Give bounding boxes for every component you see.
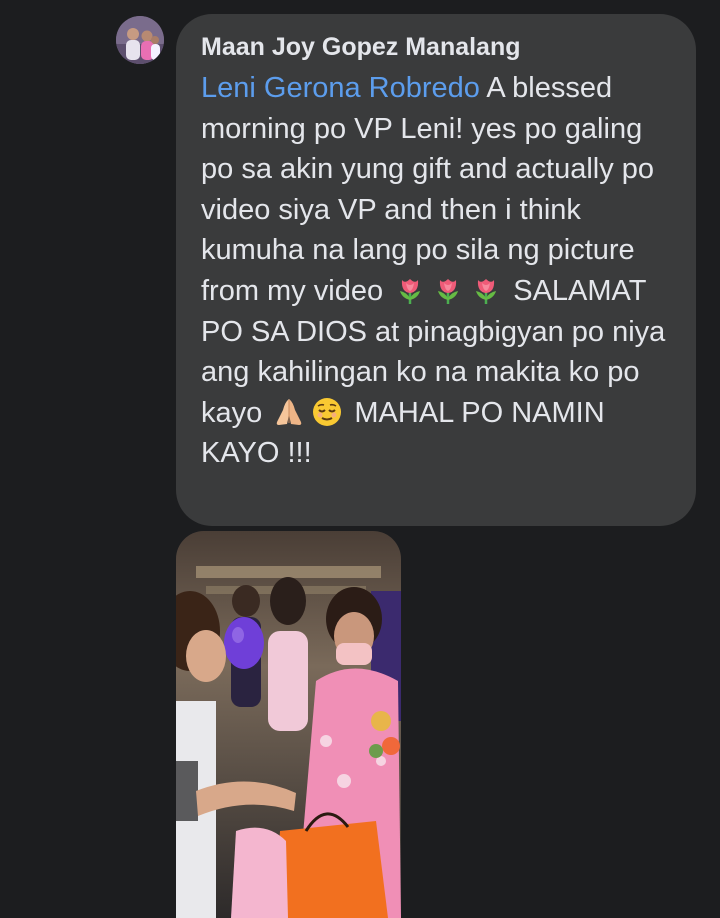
folded-hands-icon	[272, 396, 306, 428]
comment-author[interactable]: Maan Joy Gopez Manalang	[201, 30, 670, 64]
avatar[interactable]	[116, 16, 164, 64]
tulip-icon	[469, 274, 503, 306]
tulip-icon	[431, 274, 465, 306]
comment-text-part-1: A blessed morning po VP Leni! yes po gal…	[201, 72, 655, 307]
comment-text: Leni Gerona Robredo A blessed morning po…	[201, 68, 670, 474]
mention-link[interactable]: Leni Gerona Robredo	[201, 72, 480, 104]
comment-bubble: Maan Joy Gopez Manalang Leni Gerona Robr…	[176, 14, 696, 526]
comment-thread: Maan Joy Gopez Manalang Leni Gerona Robr…	[0, 0, 720, 918]
tulip-icon	[393, 274, 427, 306]
relieved-face-icon	[310, 396, 344, 428]
attached-photo[interactable]	[176, 531, 401, 918]
